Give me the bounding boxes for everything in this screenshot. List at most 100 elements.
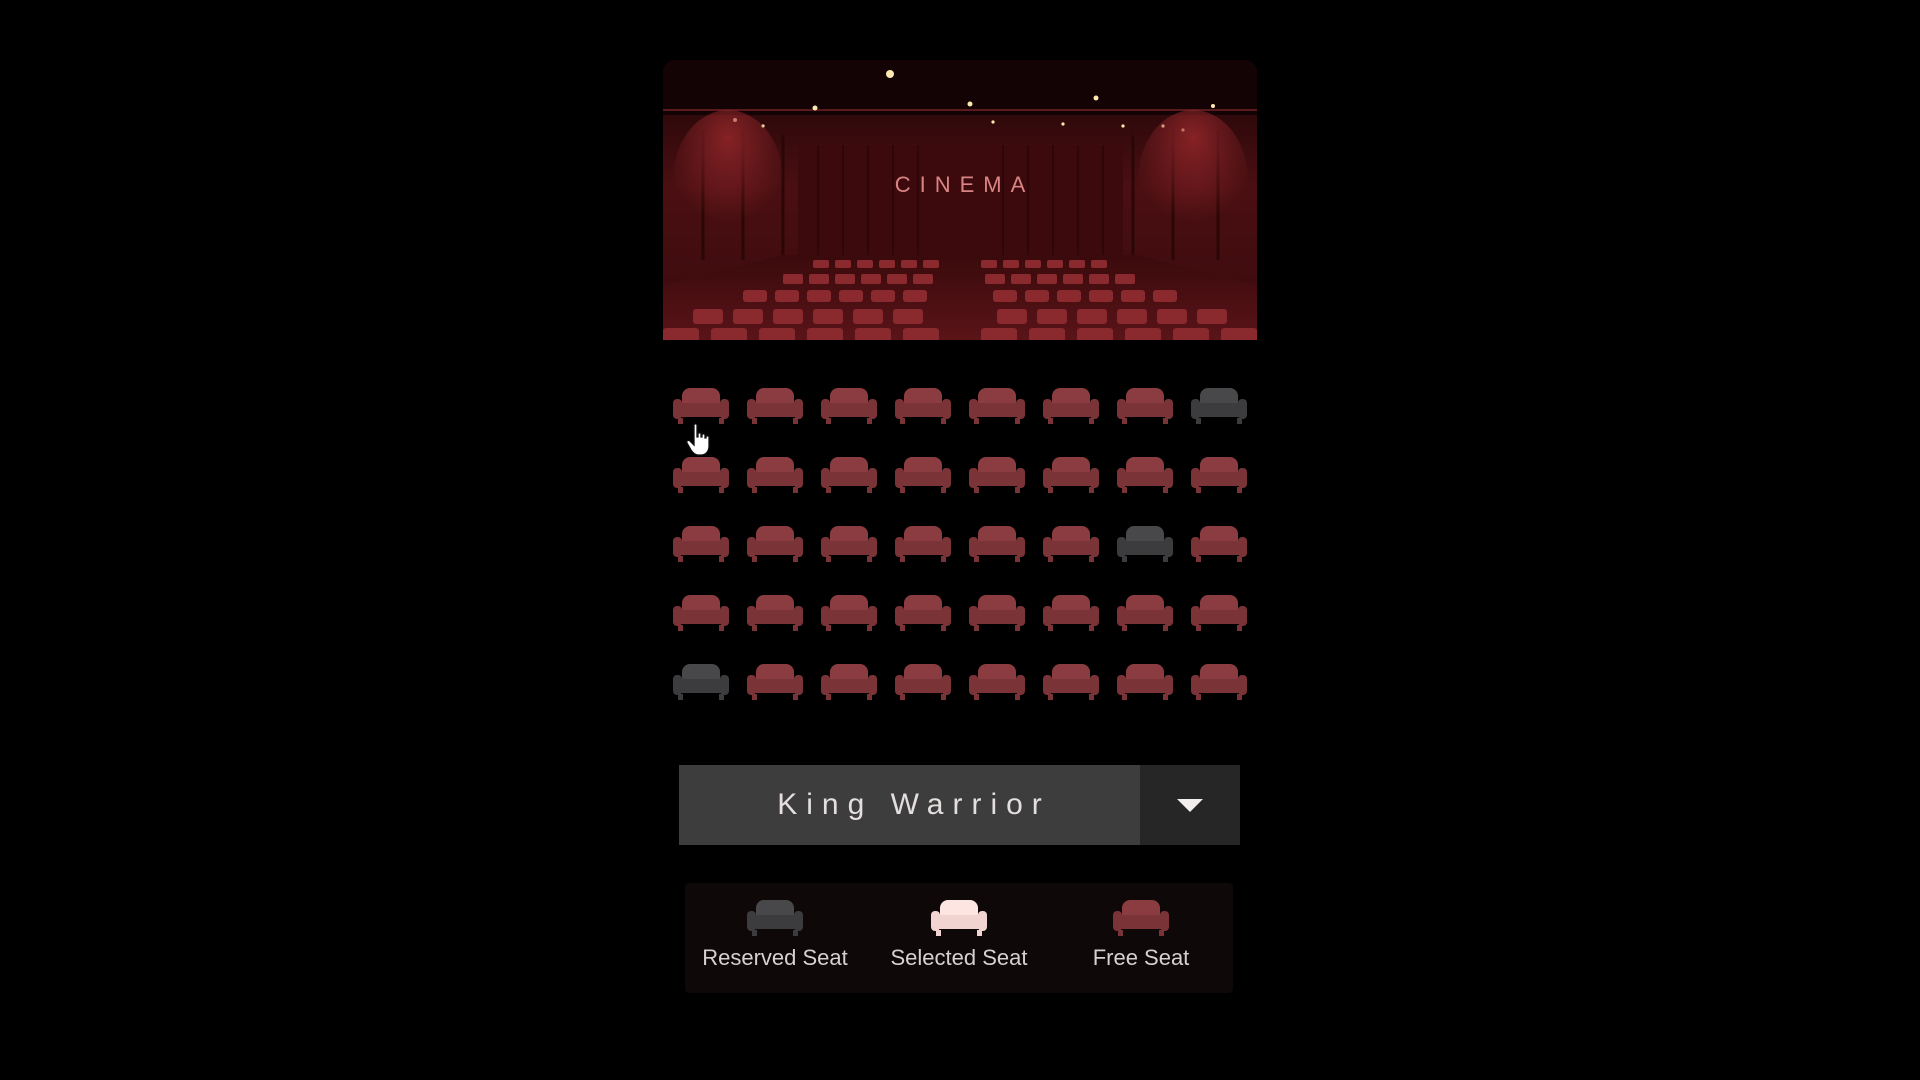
seat-icon xyxy=(747,664,803,700)
seat-free[interactable] xyxy=(895,523,951,567)
seat-free[interactable] xyxy=(821,592,877,636)
seat-icon xyxy=(673,457,729,493)
seat-free[interactable] xyxy=(673,592,729,636)
seat-icon xyxy=(1191,595,1247,631)
seat-icon xyxy=(1117,526,1173,562)
seat-reserved xyxy=(673,661,729,705)
seat-icon xyxy=(931,900,987,936)
seat-free[interactable] xyxy=(969,454,1025,498)
cinema-hall-image: CINEMA xyxy=(663,60,1257,340)
seat-free[interactable] xyxy=(747,592,803,636)
seat-free[interactable] xyxy=(895,661,951,705)
seat-icon xyxy=(895,388,951,424)
seat-legend: Reserved Seat Selected Seat Free Seat xyxy=(685,883,1233,993)
seat-icon xyxy=(821,595,877,631)
movie-select-value: King Warrior xyxy=(777,788,1051,821)
seat-icon xyxy=(673,595,729,631)
seat-free[interactable] xyxy=(821,523,877,567)
seat-free[interactable] xyxy=(1191,661,1247,705)
seat-icon xyxy=(747,388,803,424)
legend-seat-icon xyxy=(1113,897,1169,946)
seat-free[interactable] xyxy=(821,454,877,498)
seat-icon xyxy=(1117,595,1173,631)
seat-icon xyxy=(673,526,729,562)
movie-select[interactable]: King Warrior xyxy=(679,765,1240,845)
seat-free[interactable] xyxy=(673,523,729,567)
seat-free[interactable] xyxy=(969,661,1025,705)
seat-icon xyxy=(821,664,877,700)
seat-icon xyxy=(747,900,803,936)
seat-reserved xyxy=(1191,385,1247,429)
seat-icon xyxy=(1191,457,1247,493)
seat-free[interactable] xyxy=(673,454,729,498)
legend-label: Reserved Seat xyxy=(702,945,848,970)
seat-icon xyxy=(969,388,1025,424)
seat-icon xyxy=(1117,457,1173,493)
seat-icon xyxy=(1191,388,1247,424)
caret-down-icon xyxy=(1177,799,1203,812)
seat-icon xyxy=(895,595,951,631)
seat-row xyxy=(673,523,1247,583)
seat-icon xyxy=(1113,900,1169,936)
movie-select-toggle[interactable] xyxy=(1140,765,1240,845)
seat-row xyxy=(673,661,1247,721)
seat-free[interactable] xyxy=(1117,454,1173,498)
seat-free[interactable] xyxy=(1191,454,1247,498)
seat-icon xyxy=(747,595,803,631)
seat-free[interactable] xyxy=(1043,661,1099,705)
seat-free[interactable] xyxy=(969,385,1025,429)
seat-free[interactable] xyxy=(1117,592,1173,636)
seat-free[interactable] xyxy=(895,592,951,636)
seat-free[interactable] xyxy=(969,523,1025,567)
seat-icon xyxy=(1191,664,1247,700)
seat-free[interactable] xyxy=(895,385,951,429)
seat-free[interactable] xyxy=(1191,592,1247,636)
seat-icon xyxy=(673,388,729,424)
seat-grid xyxy=(673,385,1247,785)
cinema-hall-illustration xyxy=(663,60,1257,340)
seat-icon xyxy=(1117,664,1173,700)
seat-free[interactable] xyxy=(747,523,803,567)
seat-free[interactable] xyxy=(1043,523,1099,567)
cinema-sign: CINEMA xyxy=(894,172,1035,197)
legend-item-free: Free Seat xyxy=(1051,883,1231,993)
seat-icon xyxy=(821,388,877,424)
seat-icon xyxy=(1043,388,1099,424)
seat-free[interactable] xyxy=(747,454,803,498)
seat-icon xyxy=(895,457,951,493)
legend-seat-icon xyxy=(931,897,987,946)
seat-icon xyxy=(673,664,729,700)
seat-free[interactable] xyxy=(969,592,1025,636)
seat-icon xyxy=(895,526,951,562)
seat-free[interactable] xyxy=(1117,661,1173,705)
seat-free[interactable] xyxy=(747,385,803,429)
seat-icon xyxy=(969,595,1025,631)
seat-free[interactable] xyxy=(747,661,803,705)
seat-icon xyxy=(1191,526,1247,562)
seat-row xyxy=(673,454,1247,514)
seat-free[interactable] xyxy=(1191,523,1247,567)
legend-seat-icon xyxy=(747,897,803,946)
seat-icon xyxy=(747,526,803,562)
seat-icon xyxy=(1043,457,1099,493)
seat-free[interactable] xyxy=(1043,592,1099,636)
seat-icon xyxy=(969,526,1025,562)
seat-free[interactable] xyxy=(1043,454,1099,498)
cinema-booking-app: CINEMA King Warrior Reserved Seat Select… xyxy=(663,60,1257,1020)
seat-free[interactable] xyxy=(821,661,877,705)
seat-icon xyxy=(1043,526,1099,562)
seat-row xyxy=(673,385,1247,445)
seat-icon xyxy=(1043,664,1099,700)
seat-reserved xyxy=(1117,523,1173,567)
seat-free[interactable] xyxy=(895,454,951,498)
seat-free[interactable] xyxy=(673,385,729,429)
seat-icon xyxy=(895,664,951,700)
seat-icon xyxy=(969,457,1025,493)
seat-free[interactable] xyxy=(821,385,877,429)
seat-icon xyxy=(969,664,1025,700)
seat-free[interactable] xyxy=(1043,385,1099,429)
seat-icon xyxy=(747,457,803,493)
legend-label: Selected Seat xyxy=(890,945,1028,970)
seat-free[interactable] xyxy=(1117,385,1173,429)
seat-icon xyxy=(1043,595,1099,631)
